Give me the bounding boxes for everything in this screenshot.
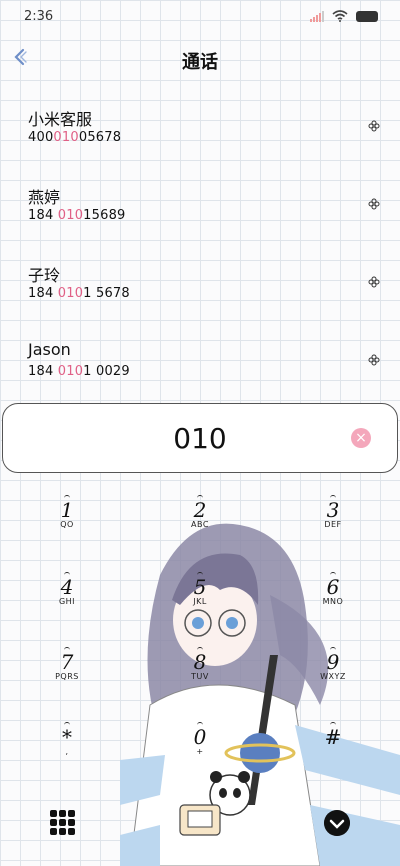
signal-icon [310,10,324,22]
keypad-grid-icon[interactable] [50,810,76,836]
key-0[interactable]: 0 + [160,722,240,786]
flower-icon[interactable] [368,120,380,132]
key-5[interactable]: 5 JKL [160,572,240,636]
contact-item[interactable]: 小米客服 40001005678 [0,90,400,168]
flower-icon[interactable] [368,198,380,210]
key-4[interactable]: 4 GHI [27,572,107,636]
key-9[interactable]: 9 WXYZ [293,647,373,711]
contact-name: 子玲 [28,266,61,285]
contact-item[interactable]: Jason 184 0101 0029 [0,324,400,402]
header: 通话 [0,40,400,76]
contact-name: 小米客服 [28,110,93,129]
status-icons [310,10,378,22]
clear-button[interactable]: × [351,428,371,448]
key-6[interactable]: 6 MNO [293,572,373,636]
wifi-icon [332,10,348,22]
dial-number: 010 [173,422,227,455]
chevron-down-icon[interactable] [324,810,350,836]
contact-name: 燕婷 [28,188,61,207]
battery-icon [356,10,378,22]
contact-number: 184 01015689 [28,208,126,223]
contact-list: 小米客服 40001005678 燕婷 184 01015689 子玲 184 … [0,90,400,402]
key-star[interactable]: * , [27,722,107,786]
key-7[interactable]: 7 PQRS [27,647,107,711]
flower-icon[interactable] [368,276,380,288]
contact-name: Jason [28,340,71,359]
key-8[interactable]: 8 TUV [160,647,240,711]
status-time: 2:36 [24,9,54,24]
contact-item[interactable]: 燕婷 184 01015689 [0,168,400,246]
contact-number: 184 0101 0029 [28,364,130,379]
status-bar: 2:36 [0,0,400,34]
bottom-bar [0,806,400,840]
key-1[interactable]: 1 QO [27,495,107,559]
contact-number: 184 0101 5678 [28,286,130,301]
key-2[interactable]: 2 ABC [160,495,240,559]
flower-icon[interactable] [368,354,380,366]
contact-number: 40001005678 [28,130,122,145]
page-title: 通话 [182,52,218,73]
dial-number-display[interactable]: 010 × [2,403,398,473]
key-3[interactable]: 3 DEF [293,495,373,559]
contact-item[interactable]: 子玲 184 0101 5678 [0,246,400,324]
key-hash[interactable]: # [293,722,373,786]
